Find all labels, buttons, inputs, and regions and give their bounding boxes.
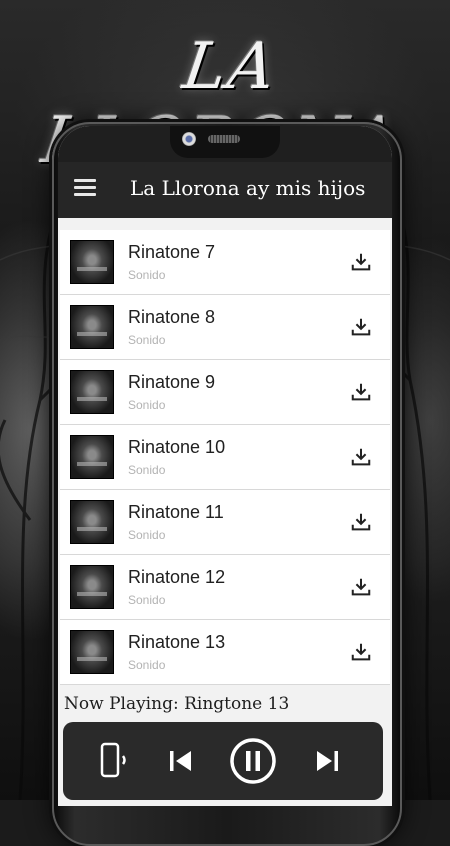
list-item[interactable]: Rinatone 11 Sonido (60, 490, 390, 555)
ringtone-thumbnail (70, 240, 114, 284)
ringtone-name: Rinatone 9 (128, 372, 216, 392)
download-icon[interactable] (350, 641, 372, 663)
ringtone-name: Rinatone 13 (128, 632, 226, 652)
download-icon[interactable] (350, 511, 372, 533)
download-icon[interactable] (350, 316, 372, 338)
list-item[interactable]: Rinatone 13 Sonido (60, 620, 390, 685)
ringtone-thumbnail (70, 500, 114, 544)
ringtone-subtitle: Sonido (128, 398, 166, 412)
list-item[interactable]: Rinatone 7 Sonido (60, 230, 390, 295)
ringtone-subtitle: Sonido (128, 333, 166, 347)
download-icon[interactable] (350, 446, 372, 468)
ringtone-subtitle: Sonido (128, 528, 166, 542)
ringtone-name: Rinatone 8 (128, 307, 216, 327)
ringtone-name: Rinatone 11 (128, 502, 224, 522)
ringtone-name: Rinatone 12 (128, 567, 226, 587)
skip-next-icon[interactable] (307, 722, 347, 800)
ringtone-thumbnail (70, 435, 114, 479)
app-bar: La Llorona ay mis hijos (58, 162, 392, 218)
ringtone-thumbnail (70, 630, 114, 674)
now-playing-label: Now Playing: Ringtone 13 (64, 694, 290, 714)
ringtone-name: Rinatone 10 (128, 437, 226, 457)
download-icon[interactable] (350, 381, 372, 403)
ringtone-subtitle: Sonido (128, 658, 166, 672)
list-item[interactable]: Rinatone 10 Sonido (60, 425, 390, 490)
ringtone-subtitle: Sonido (128, 268, 166, 282)
app-bar-title: La Llorona ay mis hijos (130, 176, 366, 200)
ringtone-thumbnail (70, 565, 114, 609)
skip-previous-icon[interactable] (161, 722, 201, 800)
download-icon[interactable] (350, 251, 372, 273)
ringtone-list: Rinatone 7 Sonido Rinatone 8 Sonido Rina… (60, 230, 390, 685)
download-icon[interactable] (350, 576, 372, 598)
ringtone-thumbnail (70, 305, 114, 349)
pause-icon[interactable] (227, 722, 279, 800)
ringtone-subtitle: Sonido (128, 593, 166, 607)
ringtone-thumbnail (70, 370, 114, 414)
hamburger-menu-icon[interactable] (74, 179, 96, 197)
status-bar (58, 126, 392, 162)
speaker-grille-icon (208, 135, 240, 143)
list-item[interactable]: Rinatone 9 Sonido (60, 360, 390, 425)
phone-vibrate-icon[interactable] (93, 722, 133, 800)
phone-screen: La Llorona ay mis hijos Rinatone 7 Sonid… (58, 126, 392, 806)
player-controls (63, 722, 383, 800)
list-item[interactable]: Rinatone 8 Sonido (60, 295, 390, 360)
ringtone-name: Rinatone 7 (128, 242, 216, 262)
front-camera-icon (182, 132, 196, 146)
ringtone-subtitle: Sonido (128, 463, 166, 477)
list-item[interactable]: Rinatone 12 Sonido (60, 555, 390, 620)
